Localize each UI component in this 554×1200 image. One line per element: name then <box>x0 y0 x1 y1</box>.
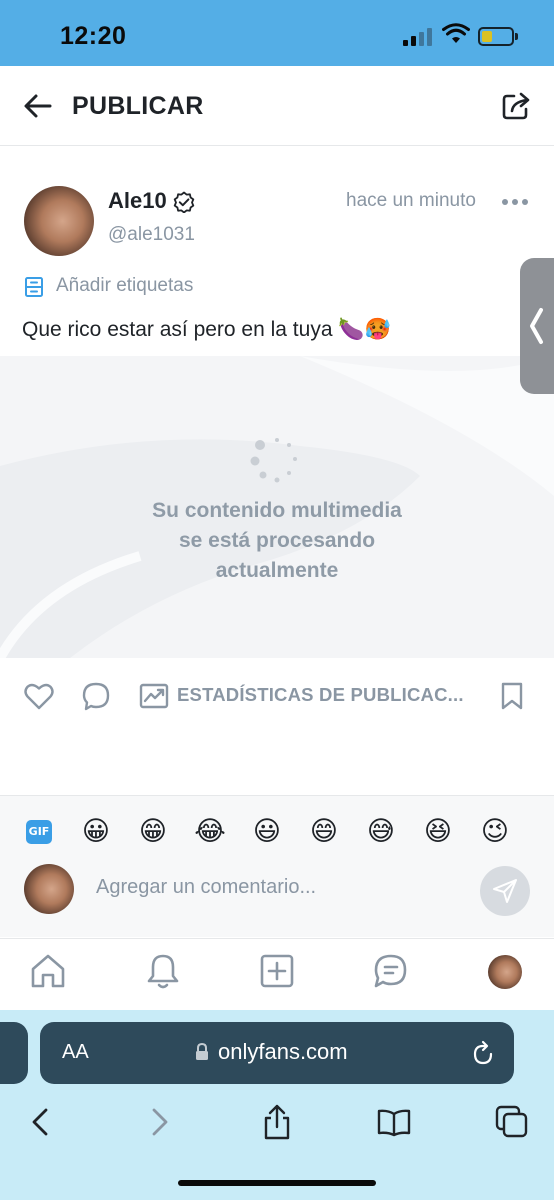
author-handle[interactable]: @ale1031 <box>108 224 195 246</box>
verified-badge-icon <box>173 191 195 213</box>
battery-tip <box>515 33 518 40</box>
add-post-icon[interactable] <box>257 951 297 991</box>
address-bar[interactable]: AA onlyfans.com <box>40 1022 514 1084</box>
emoji-button[interactable]: 😉 <box>479 815 511 847</box>
reader-settings-button[interactable]: AA <box>62 1041 89 1064</box>
emoji-button[interactable]: 😂 <box>194 815 226 847</box>
post-timestamp: hace un minuto <box>346 190 476 211</box>
emoji-row: GIF 😀 😁 😂 😃 😄 😅 😆 😉 <box>0 814 554 850</box>
side-panel-handle[interactable] <box>520 258 554 394</box>
browser-chrome: AA onlyfans.com <box>0 1010 554 1200</box>
signal-icon <box>403 28 433 46</box>
back-arrow-icon[interactable] <box>22 90 54 122</box>
profile-avatar[interactable] <box>488 955 522 989</box>
emoji-button[interactable]: 😁 <box>137 815 169 847</box>
emoji-button[interactable]: 😃 <box>251 815 283 847</box>
send-button[interactable] <box>480 866 530 916</box>
page-title: PUBLICAR <box>72 92 204 120</box>
post-caption: Que rico estar así pero en la tuya 🍆🥵 <box>22 318 391 341</box>
like-icon[interactable] <box>23 680 55 712</box>
loading-spinner-icon <box>250 438 297 483</box>
wifi-icon <box>442 23 470 43</box>
share-icon[interactable] <box>500 90 532 122</box>
home-indicator[interactable] <box>178 1180 376 1186</box>
emoji-button[interactable]: 😆 <box>422 815 454 847</box>
notifications-icon[interactable] <box>143 951 183 991</box>
tag-icon <box>25 277 43 297</box>
processing-line-3: actualmente <box>215 559 339 582</box>
browser-toolbar <box>0 1100 554 1150</box>
author-avatar[interactable] <box>24 186 94 256</box>
previous-tab[interactable] <box>0 1022 28 1084</box>
stats-icon[interactable] <box>138 680 170 712</box>
bookmarks-icon[interactable] <box>376 1104 412 1140</box>
top-header: PUBLICAR <box>0 66 554 146</box>
url-text[interactable]: onlyfans.com <box>218 1039 348 1065</box>
lock-icon <box>196 1043 208 1060</box>
browser-back-icon[interactable] <box>22 1104 58 1140</box>
processing-message: Su contenido multimedia se está procesan… <box>0 496 554 586</box>
send-icon <box>493 879 517 903</box>
post-statistics-link[interactable]: ESTADÍSTICAS DE PUBLICAC... <box>177 684 464 706</box>
home-icon[interactable] <box>28 951 68 991</box>
add-tags-label: Añadir etiquetas <box>56 275 194 296</box>
processing-line-1: Su contenido multimedia <box>152 499 402 522</box>
browser-share-icon[interactable] <box>259 1104 295 1140</box>
post-actions: ESTADÍSTICAS DE PUBLICAC... <box>0 672 554 720</box>
commenter-avatar <box>24 864 74 914</box>
author-username[interactable]: Ale10 <box>108 188 167 214</box>
comment-icon[interactable] <box>80 680 112 712</box>
tabs-icon[interactable] <box>494 1104 530 1140</box>
comment-input[interactable]: Agregar un comentario... <box>96 876 316 899</box>
comment-composer: GIF 😀 😁 😂 😃 😄 😅 😆 😉 Agregar un comentario... <box>0 795 554 937</box>
emoji-button[interactable]: 😀 <box>80 815 112 847</box>
more-options-icon[interactable] <box>502 199 528 207</box>
gif-button[interactable]: GIF <box>26 820 52 844</box>
bottom-navigation <box>0 938 554 1010</box>
messages-icon[interactable] <box>371 951 411 991</box>
battery-icon <box>478 27 514 46</box>
reload-icon[interactable] <box>470 1039 496 1067</box>
status-time: 12:20 <box>60 22 127 50</box>
processing-line-2: se está procesando <box>178 529 376 552</box>
browser-forward-icon[interactable] <box>142 1104 178 1140</box>
status-bar: 12:20 <box>0 0 554 66</box>
emoji-button[interactable]: 😄 <box>308 815 340 847</box>
emoji-button[interactable]: 😅 <box>365 815 397 847</box>
bookmark-icon[interactable] <box>496 680 528 712</box>
chevron-left-icon <box>530 308 543 344</box>
